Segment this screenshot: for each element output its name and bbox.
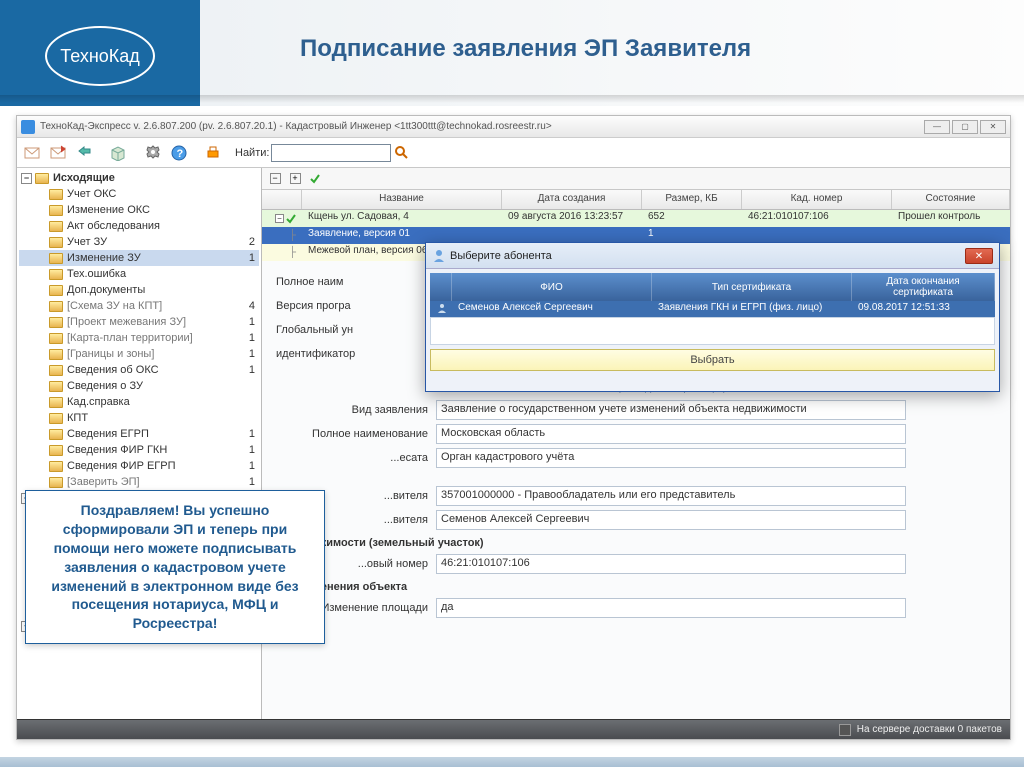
tree-node[interactable]: Сведения об ОКС1 [19,362,259,378]
field-label: Вид заявления [276,404,436,416]
help-icon[interactable]: ? [167,141,191,165]
tree-node[interactable]: Сведения ЕГРП1 [19,426,259,442]
minimize-button[interactable]: — [924,120,950,134]
clipped-label: идентификатор [276,348,436,360]
field-declarant-name[interactable]: Семенов Алексей Сергеевич [436,510,906,530]
sub-header: ...недвижимости (земельный участок) [276,537,996,549]
svg-text:?: ? [177,148,184,160]
expand-icon[interactable]: + [286,170,304,188]
statusbar: На сервере доставки 0 пакетов [17,719,1010,739]
tree-node[interactable]: Акт обследования [19,218,259,234]
col-size[interactable]: Размер, КБ [642,190,742,209]
tree-node[interactable]: [Карта-план территории]1 [19,330,259,346]
tree-node[interactable]: Сведения о ЗУ [19,378,259,394]
dialog-titlebar: Выберите абонента ✕ [426,243,999,269]
tree-node[interactable]: Изменение ОКС [19,202,259,218]
sub-header: Вид изменения объекта [276,581,996,593]
grid-header: Название Дата создания Размер, КБ Кад. н… [262,190,1010,210]
modal-col-cert[interactable]: Тип сертификата [652,273,852,301]
tree-node[interactable]: КПТ [19,410,259,426]
col-state[interactable]: Состояние [892,190,1010,209]
print-icon[interactable] [201,141,225,165]
field-declarant-code[interactable]: 357001000000 - Правообладатель или его п… [436,486,906,506]
modal-col-expire[interactable]: Дата окончания сертификата [852,273,995,301]
tree-node[interactable]: [Проект межевания ЗУ]1 [19,314,259,330]
modal-col-fio[interactable]: ФИО [452,273,652,301]
modal-grid-row[interactable]: Семенов Алексей Сергеевич Заявления ГКН … [430,301,995,317]
new-mail-icon[interactable] [21,141,45,165]
field-kadnum[interactable]: 46:21:010107:106 [436,554,906,574]
field-label: Полное наименование [276,428,436,440]
app-window: ТехноКад-Экспресс v. 2.6.807.200 (pv. 2.… [16,115,1011,740]
search-icon[interactable] [393,144,411,162]
tree-node[interactable]: −Исходящие [19,170,259,186]
check-icon[interactable] [306,170,324,188]
tree-node[interactable]: Сведения ФИР ЕГРП1 [19,458,259,474]
send-receive-icon[interactable] [73,141,97,165]
settings-icon[interactable] [141,141,165,165]
tree-node[interactable]: Сведения ФИР ГКН1 [19,442,259,458]
select-button[interactable]: Выбрать [430,349,995,371]
field-change[interactable]: да [436,598,906,618]
maximize-button[interactable]: ▢ [952,120,978,134]
close-button[interactable]: ✕ [980,120,1006,134]
page-footer-bar [0,757,1024,767]
col-name[interactable]: Название [302,190,502,209]
window-title: ТехноКад-Экспресс v. 2.6.807.200 (pv. 2.… [40,121,552,132]
clipped-label: Полное наим [276,276,436,288]
grid-row[interactable]: −Кщень ул. Садовая, 409 августа 2016 13:… [262,210,1010,227]
clipped-label: Глобальный ун [276,324,436,336]
modal-grid-empty [430,317,995,345]
field-type[interactable]: Заявление о государственном учете измене… [436,400,906,420]
tree-node[interactable]: Тех.ошибка [19,266,259,282]
clipped-label: Версия програ [276,300,436,312]
logo: ТехноКад [45,26,155,86]
tree-node[interactable]: [Границы и зоны]1 [19,346,259,362]
package-icon[interactable] [107,141,131,165]
slide-title: Подписание заявления ЭП Заявителя [300,35,751,63]
field-recipient[interactable]: Орган кадастрового учёта [436,448,906,468]
collapse-icon[interactable]: − [266,170,284,188]
list-toolbar: − + [262,168,1010,190]
find-label: Найти: [235,147,269,159]
tree-node[interactable]: Кад.справка [19,394,259,410]
modal-grid-header: ФИО Тип сертификата Дата окончания серти… [430,273,995,301]
server-icon [839,724,851,736]
titlebar: ТехноКад-Экспресс v. 2.6.807.200 (pv. 2.… [17,116,1010,138]
dialog-close-button[interactable]: ✕ [965,248,993,264]
tree-node[interactable]: [Схема ЗУ на КПТ]4 [19,298,259,314]
tree-node[interactable]: Учет ОКС [19,186,259,202]
congrats-callout: Поздравляем! Вы успешно сформировали ЭП … [25,490,325,644]
app-icon [21,120,35,134]
tree-node[interactable]: Учет ЗУ2 [19,234,259,250]
tree-node[interactable]: Доп.документы [19,282,259,298]
select-subscriber-dialog: Выберите абонента ✕ ФИО Тип сертификата … [425,242,1000,392]
field-name[interactable]: Московская область [436,424,906,444]
person-icon [432,249,446,263]
field-label: ...есата [276,452,436,464]
status-text: На сервере доставки 0 пакетов [857,724,1002,735]
find-input[interactable] [271,144,391,162]
tree-node[interactable]: Изменение ЗУ1 [19,250,259,266]
reply-icon[interactable] [47,141,71,165]
main-toolbar: ? Найти: [17,138,1010,168]
tree-node[interactable]: [Заверить ЭП]1 [19,474,259,490]
col-kad[interactable]: Кад. номер [742,190,892,209]
col-date[interactable]: Дата создания [502,190,642,209]
